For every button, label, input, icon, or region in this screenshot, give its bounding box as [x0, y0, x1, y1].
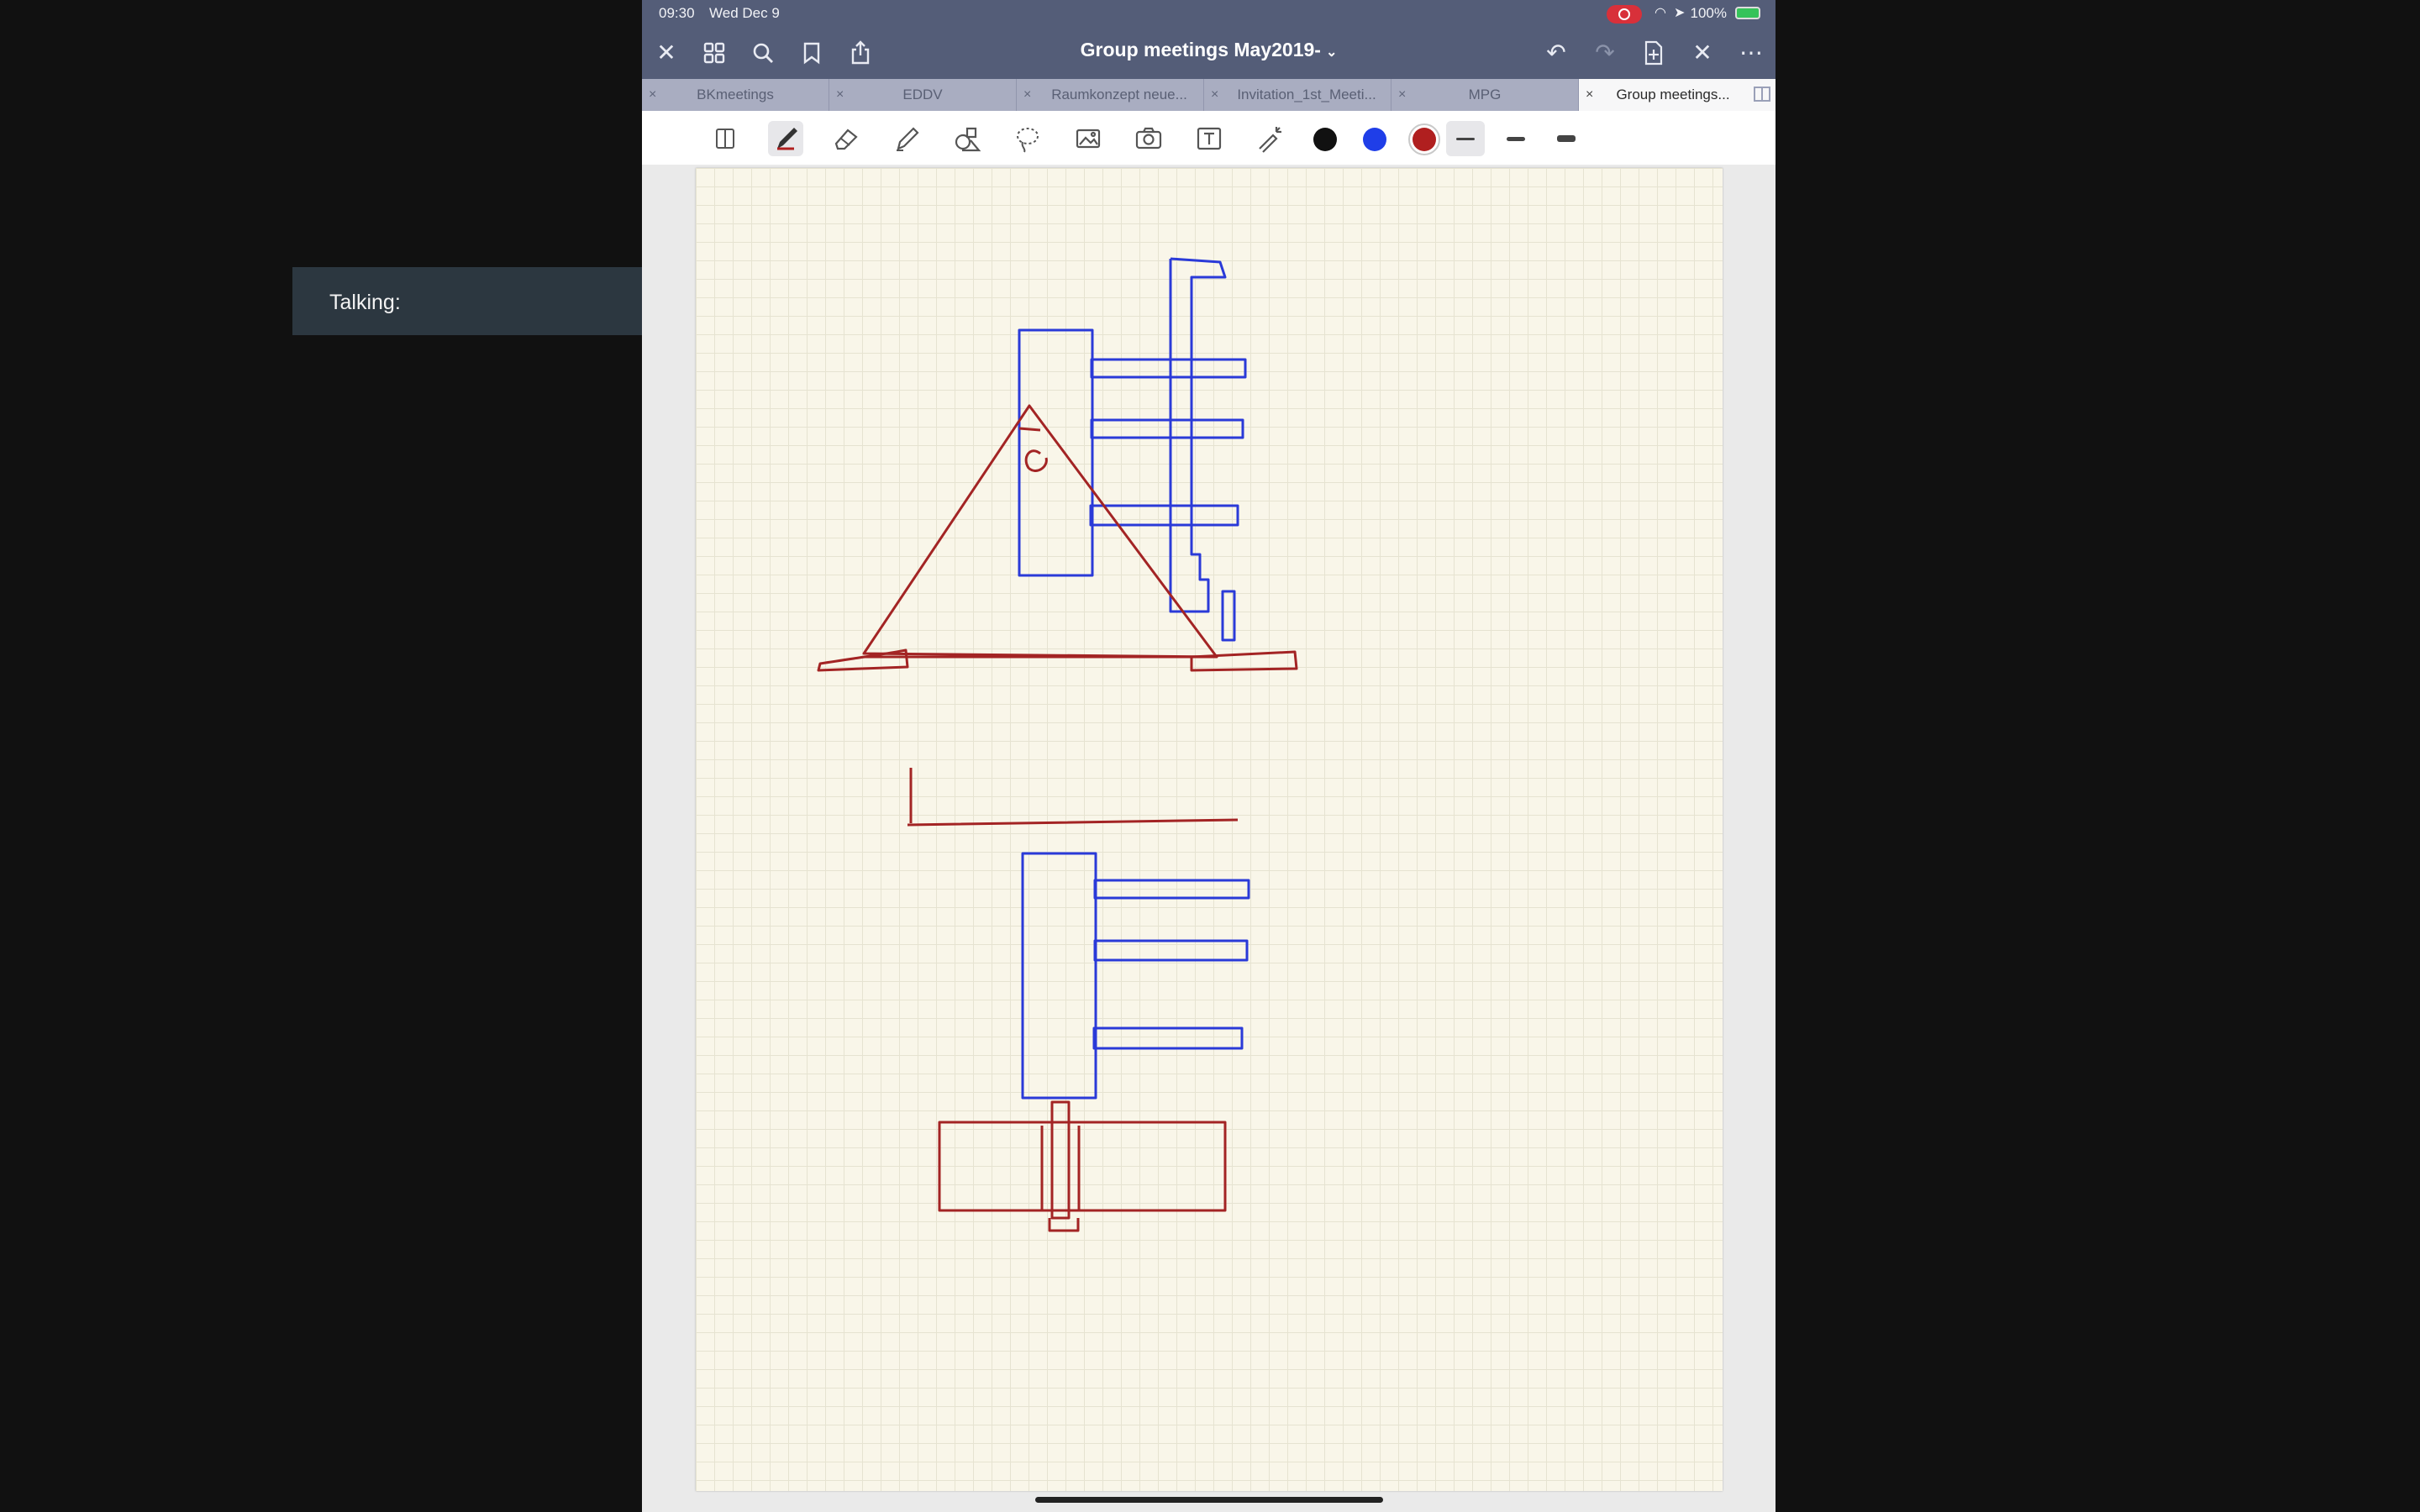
color-swatch-black[interactable] — [1313, 128, 1337, 151]
navigation-bar: ✕ Group meetings May2019- ⌄ ↶ ↷ ✕ ⋯ — [642, 27, 1776, 79]
tab-bkmeetings[interactable]: × BKmeetings — [642, 79, 829, 111]
handwritten-drawing — [817, 257, 1298, 1232]
ground-right — [1190, 650, 1298, 672]
status-date: Wed Dec 9 — [709, 5, 780, 21]
laser-pointer-icon[interactable] — [1252, 121, 1287, 156]
lower-shelf-1 — [1093, 879, 1250, 900]
tab-mpg[interactable]: × MPG — [1392, 79, 1579, 111]
location-icon: ➤ — [1674, 6, 1686, 20]
talking-label: Talking: — [329, 291, 401, 314]
chevron-down-icon: ⌄ — [1325, 45, 1338, 60]
tab-label: BKmeetings — [697, 87, 774, 102]
color-swatch-blue[interactable] — [1363, 128, 1386, 151]
tools-toolbar — [642, 111, 1776, 165]
more-options-icon[interactable]: ⋯ — [1735, 37, 1767, 69]
tab-close-icon[interactable]: × — [1211, 79, 1218, 111]
status-bar: 09:30 Wed Dec 9 ◠ ➤ 100% — [642, 0, 1776, 27]
upper-shelf-2 — [1090, 418, 1244, 439]
tab-label: Group meetings... — [1616, 87, 1730, 102]
tab-label: MPG — [1468, 87, 1502, 102]
add-page-icon[interactable] — [1638, 37, 1670, 69]
upper-tall-bracket — [1169, 257, 1227, 613]
eraser-icon[interactable] — [829, 121, 864, 156]
triangle-apex-line — [1018, 427, 1041, 432]
upper-shelf-1 — [1090, 358, 1247, 379]
status-time: 09:30 — [659, 5, 695, 21]
circle-mark — [1024, 449, 1048, 472]
text-mode-icon[interactable] — [708, 121, 743, 156]
tab-label: EDDV — [902, 87, 943, 102]
talking-indicator: Talking: — [292, 267, 702, 335]
stroke-thin-button[interactable] — [1446, 121, 1485, 156]
battery-percentage: 100% — [1690, 5, 1727, 21]
stroke-medium-button[interactable] — [1497, 121, 1535, 156]
red-sketch — [817, 404, 1298, 1232]
triangle — [862, 404, 1218, 659]
color-swatch-red[interactable] — [1408, 123, 1440, 155]
baseline-sketch — [907, 768, 1239, 827]
screen-recording-icon — [1607, 5, 1642, 24]
battery-icon — [1735, 7, 1760, 19]
image-icon[interactable] — [1071, 121, 1106, 156]
undo-icon[interactable]: ↶ — [1540, 37, 1572, 69]
tab-bar: × BKmeetings × EDDV × Raumkonzept neue..… — [642, 79, 1776, 111]
base-block — [938, 1121, 1227, 1212]
upper-shelf-3 — [1089, 504, 1239, 527]
lower-shelf-2 — [1093, 939, 1249, 962]
base-foot — [1048, 1218, 1080, 1232]
highlighter-icon[interactable] — [889, 121, 924, 156]
camera-icon[interactable] — [1131, 121, 1166, 156]
tab-close-icon[interactable]: × — [1023, 79, 1031, 111]
tab-group-meetings[interactable]: × Group meetings... — [1579, 79, 1776, 111]
blue-sketch — [1018, 257, 1250, 1100]
document-title-text: Group meetings May2019- — [1080, 39, 1321, 60]
pen-icon[interactable] — [768, 121, 803, 156]
document-viewport — [642, 165, 1776, 1512]
tab-invitation[interactable]: × Invitation_1st_Meeti... — [1204, 79, 1392, 111]
textbox-icon[interactable] — [1192, 121, 1227, 156]
upper-foot — [1221, 590, 1236, 642]
lower-shelf-3 — [1092, 1026, 1244, 1050]
close-edit-icon[interactable]: ✕ — [1686, 37, 1718, 69]
tab-label: Raumkonzept neue... — [1051, 87, 1187, 102]
shapes-icon[interactable] — [950, 121, 985, 156]
tab-label: Invitation_1st_Meeti... — [1237, 87, 1376, 102]
split-view-icon[interactable] — [1754, 87, 1770, 102]
redo-icon[interactable]: ↷ — [1589, 37, 1621, 69]
home-indicator[interactable] — [1035, 1497, 1383, 1503]
ipad-screen: 09:30 Wed Dec 9 ◠ ➤ 100% ✕ Group meeting… — [642, 0, 1776, 1512]
base-pole — [1040, 1100, 1081, 1220]
tab-eddv[interactable]: × EDDV — [829, 79, 1017, 111]
lasso-icon[interactable] — [1010, 121, 1045, 156]
tab-raumkonzept[interactable]: × Raumkonzept neue... — [1017, 79, 1204, 111]
lower-block — [1021, 852, 1097, 1100]
notebook-page[interactable] — [696, 168, 1723, 1491]
wifi-icon: ◠ — [1655, 6, 1666, 20]
stroke-thick-button[interactable] — [1547, 121, 1586, 156]
